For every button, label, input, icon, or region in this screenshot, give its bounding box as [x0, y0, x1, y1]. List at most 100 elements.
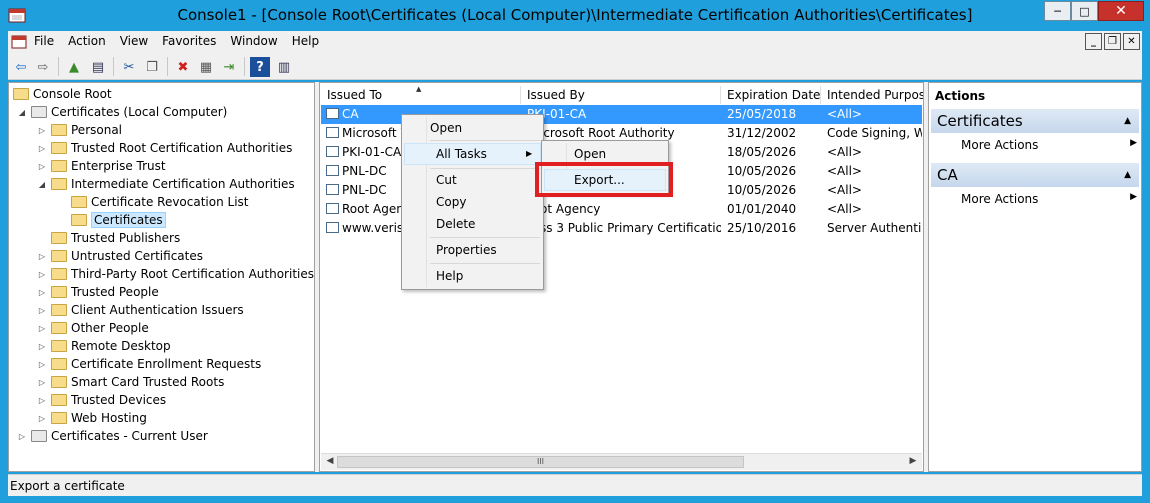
- certificate-icon: [326, 127, 339, 138]
- tree-item-console-root[interactable]: Console Root: [13, 85, 112, 103]
- scroll-thumb[interactable]: III: [337, 456, 744, 468]
- maximize-button[interactable]: □: [1071, 1, 1098, 21]
- expand-icon[interactable]: ▷: [37, 342, 47, 351]
- tree-item-untrusted[interactable]: ▷ Untrusted Certificates: [37, 247, 203, 265]
- certificate-icon: [326, 203, 339, 214]
- column-intended-purposes[interactable]: Intended Purposes: [821, 86, 923, 104]
- tree-item-enterprise-trust[interactable]: ▷ Enterprise Trust: [37, 157, 166, 175]
- tree-item-certificates[interactable]: Certificates: [71, 211, 166, 229]
- tree-item-trusted-people[interactable]: ▷ Trusted People: [37, 283, 159, 301]
- menu-view[interactable]: View: [120, 34, 148, 48]
- sort-ascending-icon: ▲: [416, 85, 422, 93]
- context-menu-open[interactable]: Open: [430, 121, 462, 135]
- expand-icon[interactable]: ▷: [37, 396, 47, 405]
- delete-icon[interactable]: ✖: [173, 57, 193, 77]
- column-issued-by[interactable]: Issued By: [521, 86, 721, 104]
- mdi-minimize-button[interactable]: _: [1085, 33, 1102, 50]
- mmc-menu-icon[interactable]: [11, 34, 27, 50]
- help-icon[interactable]: ?: [250, 57, 270, 77]
- tree-item-web-hosting[interactable]: ▷ Web Hosting: [37, 409, 147, 427]
- actions-section-ca[interactable]: CA ▲: [931, 163, 1139, 187]
- folder-icon: [51, 340, 67, 352]
- folder-icon: [71, 196, 87, 208]
- context-menu-copy[interactable]: Copy: [436, 195, 466, 209]
- expand-icon[interactable]: ▷: [37, 378, 47, 387]
- status-bar: Export a certificate: [8, 474, 1142, 496]
- tree-item-personal[interactable]: ▷ Personal: [37, 121, 122, 139]
- tree-item-smart-card-roots[interactable]: ▷ Smart Card Trusted Roots: [37, 373, 224, 391]
- tree-item-third-party-root[interactable]: ▷ Third-Party Root Certification Authori…: [37, 265, 314, 283]
- mdi-restore-button[interactable]: ❐: [1104, 33, 1121, 50]
- submenu-open[interactable]: Open: [574, 147, 606, 161]
- up-one-level-icon[interactable]: ▲: [64, 57, 84, 77]
- properties-icon[interactable]: ▦: [196, 57, 216, 77]
- tree-item-client-auth[interactable]: ▷ Client Authentication Issuers: [37, 301, 244, 319]
- context-menu-delete[interactable]: Delete: [436, 217, 475, 231]
- expand-icon[interactable]: ▷: [37, 252, 47, 261]
- column-expiration-date[interactable]: Expiration Date: [721, 86, 821, 104]
- tree-item-certificates-local[interactable]: ◢ Certificates (Local Computer): [17, 103, 227, 121]
- context-menu-cut[interactable]: Cut: [436, 173, 457, 187]
- tree-item-intermediate-ca[interactable]: ◢ Intermediate Certification Authorities: [37, 175, 295, 193]
- expand-icon[interactable]: ▷: [37, 144, 47, 153]
- expand-icon[interactable]: ▷: [37, 126, 47, 135]
- collapse-icon[interactable]: ◢: [37, 180, 47, 189]
- expand-icon[interactable]: ▷: [37, 306, 47, 315]
- tree-item-crl[interactable]: Certificate Revocation List: [71, 193, 249, 211]
- folder-icon: [51, 412, 67, 424]
- menu-help[interactable]: Help: [292, 34, 319, 48]
- context-menu-properties[interactable]: Properties: [436, 243, 497, 257]
- menu-window[interactable]: Window: [230, 34, 277, 48]
- tree-item-other-people[interactable]: ▷ Other People: [37, 319, 149, 337]
- expand-icon[interactable]: ▷: [37, 288, 47, 297]
- expand-icon[interactable]: ▷: [37, 324, 47, 333]
- scroll-right-icon[interactable]: ▶: [906, 456, 920, 468]
- certificate-icon: [326, 146, 339, 157]
- collapse-arrow-icon[interactable]: ▲: [1124, 109, 1131, 133]
- menu-action[interactable]: Action: [68, 34, 106, 48]
- toolbar-separator: [58, 57, 59, 76]
- expand-icon[interactable]: ◢: [17, 108, 27, 117]
- menu-favorites[interactable]: Favorites: [162, 34, 216, 48]
- horizontal-scrollbar[interactable]: ◀ III ▶: [321, 453, 922, 470]
- collapse-arrow-icon[interactable]: ▲: [1124, 163, 1131, 187]
- more-actions-certificates[interactable]: More Actions ▶: [961, 138, 1137, 152]
- close-button[interactable]: ✕: [1098, 1, 1144, 21]
- folder-open-icon: [71, 214, 87, 226]
- back-icon[interactable]: ⇦: [11, 57, 31, 77]
- menu-separator: [430, 168, 540, 169]
- tree-item-trusted-root[interactable]: ▷ Trusted Root Certification Authorities: [37, 139, 292, 157]
- folder-icon: [51, 124, 67, 136]
- submenu-arrow-icon: ▶: [1130, 138, 1137, 148]
- more-actions-ca[interactable]: More Actions ▶: [961, 192, 1137, 206]
- tree-item-trusted-devices[interactable]: ▷ Trusted Devices: [37, 391, 166, 409]
- context-menu-help[interactable]: Help: [436, 269, 463, 283]
- forward-icon[interactable]: ⇨: [33, 57, 53, 77]
- export-list-icon[interactable]: ⇥: [219, 57, 239, 77]
- mdi-close-button[interactable]: ✕: [1123, 33, 1140, 50]
- toolbar-separator: [113, 57, 114, 76]
- actions-section-certificates[interactable]: Certificates ▲: [931, 109, 1139, 133]
- show-hide-tree-icon[interactable]: ▤: [88, 57, 108, 77]
- expand-icon[interactable]: ▷: [37, 270, 47, 279]
- scroll-left-icon[interactable]: ◀: [323, 456, 337, 468]
- tree-item-remote-desktop[interactable]: ▷ Remote Desktop: [37, 337, 171, 355]
- tree-item-trusted-publishers[interactable]: Trusted Publishers: [51, 229, 180, 247]
- expand-icon[interactable]: ▷: [37, 414, 47, 423]
- cut-icon[interactable]: ✂: [119, 57, 139, 77]
- context-menu-all-tasks[interactable]: All Tasks: [436, 147, 487, 161]
- expand-icon[interactable]: ▷: [17, 432, 27, 441]
- submenu-arrow-icon: ▶: [526, 149, 533, 158]
- copy-icon[interactable]: ❐: [142, 57, 162, 77]
- expand-icon[interactable]: ▷: [37, 162, 47, 171]
- toolbar-separator: [167, 57, 168, 76]
- minimize-button[interactable]: ─: [1044, 1, 1071, 21]
- tree-item-certificates-user[interactable]: ▷ Certificates - Current User: [17, 427, 208, 445]
- menu-file[interactable]: File: [34, 34, 54, 48]
- tree-item-enrollment-requests[interactable]: ▷ Certificate Enrollment Requests: [37, 355, 261, 373]
- certificate-icon: [326, 108, 339, 119]
- expand-icon[interactable]: ▷: [37, 360, 47, 369]
- show-action-pane-icon[interactable]: ▥: [274, 57, 294, 77]
- tree-pane[interactable]: Console Root ◢ Certificates (Local Compu…: [8, 82, 315, 472]
- title-bar[interactable]: Console1 - [Console Root\Certificates (L…: [0, 0, 1150, 31]
